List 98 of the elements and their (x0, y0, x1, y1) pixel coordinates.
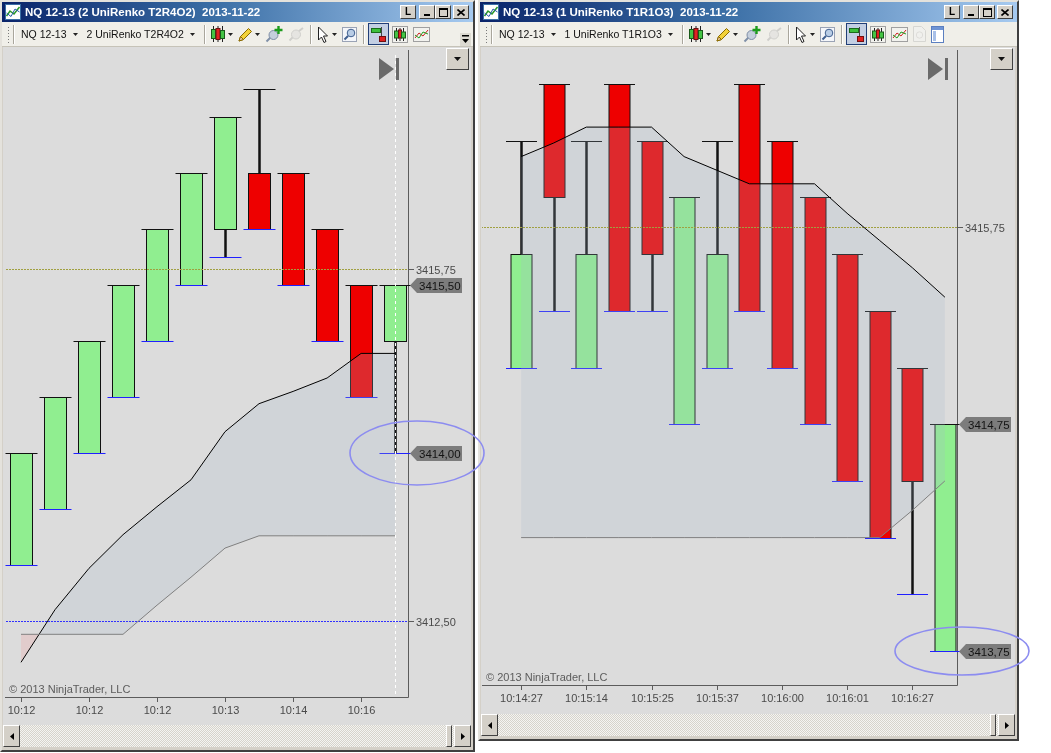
link-button[interactable]: L (400, 5, 416, 19)
window-icon (930, 25, 944, 43)
caret-icon (72, 32, 78, 36)
maximize-button[interactable] (435, 5, 451, 19)
instrument-selector[interactable]: NQ 12-13 (18, 26, 81, 42)
instrument-selector[interactable]: NQ 12-13 (496, 26, 559, 42)
time-axis-label: 10:12 (75, 704, 104, 716)
bar-type-selector[interactable]: 1 UniRenko T1R1O3 (561, 26, 676, 42)
candlestick-icon (688, 25, 703, 43)
link-button[interactable]: L (944, 5, 960, 19)
minimize-button[interactable] (419, 5, 435, 19)
pin-plus-icon (742, 25, 761, 43)
overflow-button[interactable] (460, 33, 471, 46)
scroll-right-button[interactable] (998, 714, 1015, 736)
grip-icon (7, 25, 10, 43)
overflow-icon (462, 35, 469, 44)
dropdown-button[interactable] (446, 48, 469, 70)
cursor-icon (794, 25, 807, 43)
candlestick-chart-icon (391, 25, 408, 43)
toolbar-button[interactable] (367, 23, 389, 45)
candlestick-icon (210, 25, 225, 43)
caret-icon (667, 32, 673, 36)
cursor-icon (316, 25, 329, 43)
toolbar-button[interactable] (867, 23, 888, 45)
pin-icon (765, 26, 782, 42)
close-icon (457, 8, 465, 16)
skip-to-end-icon[interactable] (379, 58, 399, 80)
copyright-text: © 2013 NinjaTrader, LLC (9, 683, 131, 695)
caret-icon (998, 57, 1005, 61)
time-axis-label: 10:16:27 (891, 692, 934, 704)
toolbar-button[interactable] (389, 23, 410, 45)
chart-icon (483, 4, 499, 20)
time-axis-label: 10:16:01 (826, 692, 869, 704)
caret-icon (732, 32, 738, 36)
time-axis-label: 10:15:14 (565, 692, 608, 704)
price-marker: 3413,75 (959, 644, 1011, 659)
price-axis-label: 3415,75 (965, 221, 1005, 234)
dropdown-button[interactable] (990, 48, 1013, 70)
toolbar-button[interactable] (208, 23, 235, 45)
left-arrow-icon (487, 721, 492, 729)
right-arrow-icon (460, 732, 465, 740)
price-axis-label: 3415,75 (416, 263, 456, 276)
time-axis-label: 10:16 (347, 704, 376, 716)
pencil-icon (237, 26, 252, 42)
price-tags-icon (369, 25, 387, 43)
caret-icon (254, 32, 260, 36)
skip-to-end-icon[interactable] (928, 58, 948, 80)
maximize-icon (438, 7, 448, 17)
toolbar-button[interactable] (686, 23, 713, 45)
caret-icon (189, 32, 195, 36)
maximize-icon (982, 7, 992, 17)
caret-icon (227, 32, 233, 36)
magnifier-icon (341, 26, 357, 42)
window-title: NQ 12-13 (2 UniRenko T2R4O2) 2013-11-22 (25, 6, 262, 18)
line-chart-icon (890, 26, 908, 42)
line-chart-icon (412, 26, 430, 42)
left-arrow-icon (9, 732, 14, 740)
time-axis-label: 10:12 (7, 704, 36, 716)
time-axis-label: 10:12 (143, 704, 172, 716)
caret-icon (809, 32, 815, 36)
time-axis-label: 10:13 (211, 704, 240, 716)
pin-icon (287, 26, 304, 42)
document-icon (912, 26, 926, 42)
close-button[interactable] (453, 5, 469, 19)
caret-icon (550, 32, 556, 36)
scroll-thumb[interactable] (990, 714, 996, 736)
close-button[interactable] (997, 5, 1013, 19)
chart-icon (5, 4, 21, 20)
scroll-left-button[interactable] (481, 714, 498, 736)
window-title: NQ 12-13 (1 UniRenko T1R1O3) 2013-11-22 (503, 6, 740, 18)
candlestick-chart-icon (869, 25, 886, 43)
time-axis-label: 10:15:25 (631, 692, 674, 704)
caret-icon (331, 32, 337, 36)
price-axis-label: 3412,50 (416, 615, 456, 628)
pin-plus-icon (264, 25, 283, 43)
close-icon (1001, 8, 1009, 16)
price-tags-icon (847, 25, 865, 43)
time-axis-label: 10:14:27 (500, 692, 543, 704)
time-axis-label: 10:14 (279, 704, 308, 716)
time-axis-label: 10:15:37 (696, 692, 739, 704)
maximize-button[interactable] (979, 5, 995, 19)
copyright-text: © 2013 NinjaTrader, LLC (486, 671, 608, 683)
pencil-icon (715, 26, 730, 42)
caret-icon (705, 32, 711, 36)
price-marker: 3415,50 (410, 278, 462, 293)
price-marker: 3414,00 (410, 446, 462, 461)
price-marker: 3414,75 (959, 417, 1011, 432)
caret-icon (454, 57, 461, 61)
toolbar-button[interactable] (845, 23, 867, 45)
grip-icon (485, 25, 488, 43)
bar-type-selector[interactable]: 2 UniRenko T2R4O2 (83, 26, 198, 42)
time-axis-label: 10:16:00 (761, 692, 804, 704)
right-arrow-icon (1004, 721, 1009, 729)
magnifier-icon (819, 26, 835, 42)
minimize-button[interactable] (963, 5, 979, 19)
scroll-left-button[interactable] (3, 725, 20, 747)
scroll-right-button[interactable] (454, 725, 471, 747)
scroll-thumb[interactable] (446, 725, 452, 747)
